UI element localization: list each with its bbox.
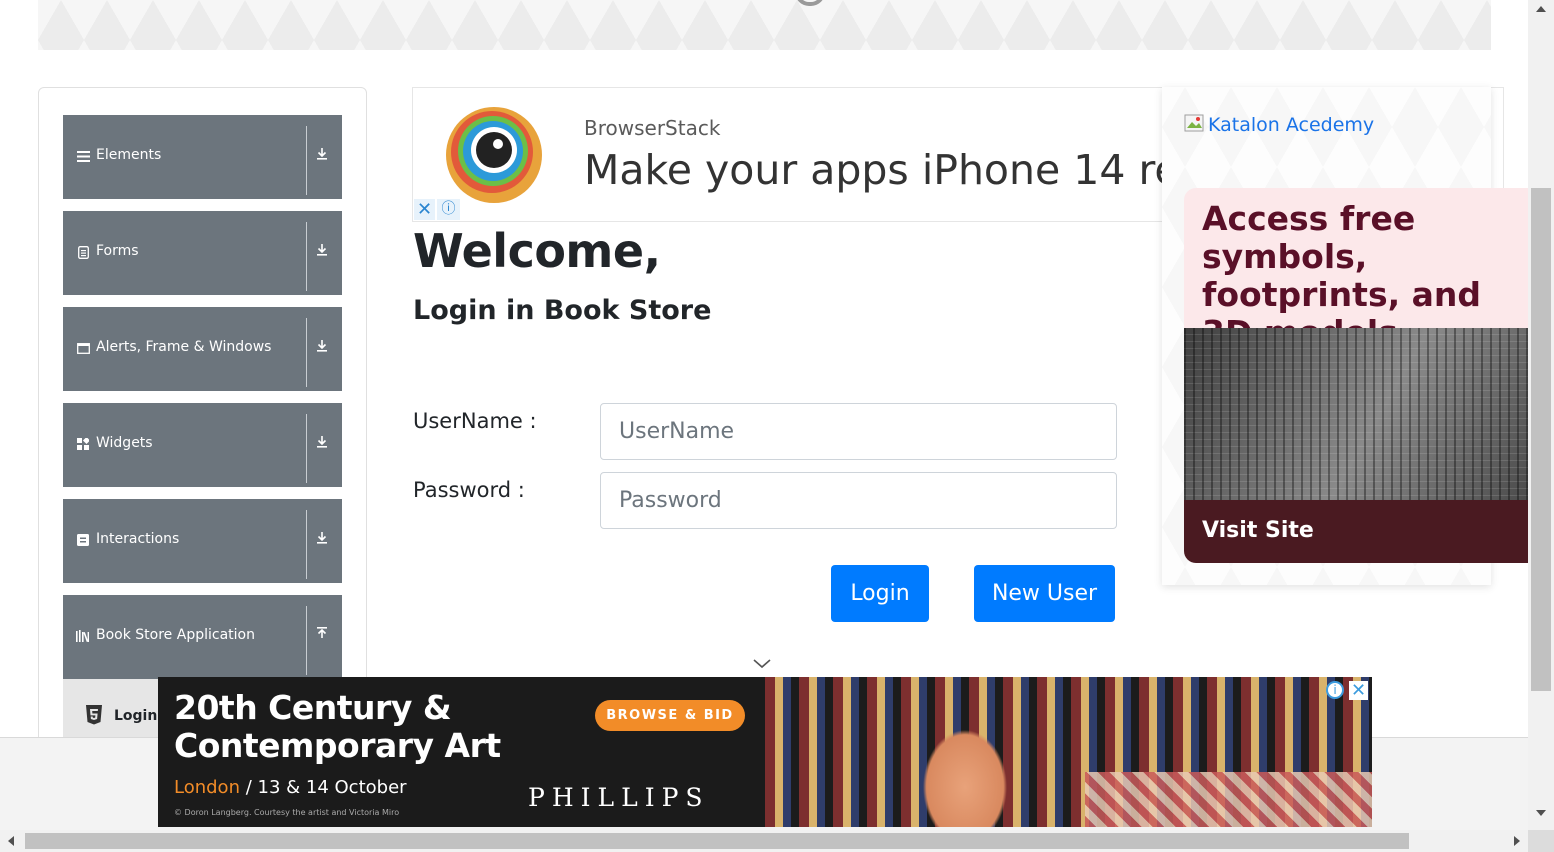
circuit-board-image xyxy=(1184,328,1529,503)
scroll-down-arrow-icon[interactable] xyxy=(1536,810,1546,816)
expand-arrow-icon[interactable] xyxy=(314,531,330,547)
expand-arrow-icon[interactable] xyxy=(314,339,330,355)
info-icon[interactable]: ⓘ xyxy=(437,199,460,220)
page-subtitle: Login in Book Store xyxy=(413,295,712,326)
new-user-button[interactable]: New User xyxy=(974,565,1115,622)
divider xyxy=(306,414,307,483)
divider xyxy=(306,510,307,579)
divider xyxy=(306,318,307,387)
painting-detail xyxy=(1085,772,1372,827)
username-label: UserName : xyxy=(413,409,537,433)
interactions-icon xyxy=(76,533,90,547)
header-banner xyxy=(38,0,1491,50)
ad-credit: © Doron Langberg. Courtesy the artist an… xyxy=(174,808,400,817)
chevron-down-icon[interactable] xyxy=(752,656,772,670)
promo-cta-bar: Visit Site xyxy=(1184,500,1529,563)
katalon-ad-image-link[interactable]: Katalon Acedemy xyxy=(1184,114,1374,136)
welcome-heading: Welcome, xyxy=(413,224,661,278)
form-icon xyxy=(76,245,90,259)
browserstack-logo-icon xyxy=(446,107,542,203)
vertical-scrollbar[interactable] xyxy=(1528,0,1554,830)
sidebar-group-label: Elements xyxy=(96,147,162,163)
sidebar-group-widgets[interactable]: Widgets xyxy=(63,403,342,487)
image-alt-text: Katalon Acedemy xyxy=(1208,114,1375,136)
vertical-scroll-thumb[interactable] xyxy=(1531,188,1551,691)
ad-text-panel: 20th Century & Contemporary Art London /… xyxy=(158,677,765,827)
divider xyxy=(306,126,307,195)
password-label: Password : xyxy=(413,478,525,502)
ad-city: London xyxy=(174,777,240,798)
ad-brand-name: BrowserStack xyxy=(584,116,721,140)
sidebar-group-alerts-frame-windows[interactable]: Alerts, Frame & Windows xyxy=(63,307,342,391)
broken-image-icon xyxy=(1184,114,1206,134)
sidebar-group-elements[interactable]: Elements xyxy=(63,115,342,199)
sidebar-group-forms[interactable]: Forms xyxy=(63,211,342,295)
window-icon xyxy=(76,341,90,355)
sidebar-group-label: Widgets xyxy=(96,435,153,451)
html5-icon xyxy=(85,705,103,725)
ad-dates: / 13 & 14 October xyxy=(239,777,407,798)
sidebar-group-label: Forms xyxy=(96,243,139,259)
widgets-icon xyxy=(76,437,90,451)
horizontal-scroll-thumb[interactable] xyxy=(25,833,1409,849)
sidebar-item-label: Login xyxy=(114,708,158,724)
scroll-left-arrow-icon[interactable] xyxy=(8,836,14,846)
header-title-fragment xyxy=(795,0,825,6)
phillips-ad[interactable]: 20th Century & Contemporary Art London /… xyxy=(158,677,1372,827)
info-icon[interactable]: i xyxy=(1326,681,1344,699)
divider xyxy=(306,606,307,675)
divider xyxy=(306,222,307,291)
ad-headline: Make your apps iPhone 14 re xyxy=(584,146,1180,194)
promo-ad[interactable]: Access free symbols, footprints, and 3D … xyxy=(1184,188,1529,563)
phillips-logo: PHILLIPS xyxy=(528,783,710,812)
login-button[interactable]: Login xyxy=(831,565,929,622)
sidebar-group-label: Alerts, Frame & Windows xyxy=(96,339,272,355)
sidebar-group-label: Interactions xyxy=(96,531,180,547)
page: Elements Forms Alerts, Frame & Windows W… xyxy=(0,0,1554,852)
expand-arrow-icon[interactable] xyxy=(314,435,330,451)
close-icon[interactable]: ✕ xyxy=(1349,681,1368,700)
horizontal-scrollbar[interactable] xyxy=(0,830,1528,852)
sidebar-group-label: Book Store Application xyxy=(96,627,255,643)
close-icon[interactable]: ✕ xyxy=(414,199,435,220)
expand-arrow-icon[interactable] xyxy=(314,147,330,163)
username-input[interactable] xyxy=(600,403,1117,460)
library-icon xyxy=(76,629,90,643)
expand-arrow-icon[interactable] xyxy=(314,243,330,259)
browse-bid-button[interactable]: BROWSE & BID xyxy=(595,700,745,731)
ad-location: London / 13 & 14 October xyxy=(174,777,407,798)
hamburger-icon xyxy=(76,149,90,163)
scrollbar-corner xyxy=(1528,830,1554,852)
visit-site-link[interactable]: Visit Site xyxy=(1202,518,1314,543)
ad-title: 20th Century & Contemporary Art xyxy=(174,688,501,765)
collapse-arrow-icon[interactable] xyxy=(314,627,330,643)
scroll-up-arrow-icon[interactable] xyxy=(1536,6,1546,12)
sidebar-group-interactions[interactable]: Interactions xyxy=(63,499,342,583)
password-input[interactable] xyxy=(600,472,1117,529)
scroll-right-arrow-icon[interactable] xyxy=(1514,836,1520,846)
painting-image xyxy=(765,677,1372,827)
sidebar-group-book-store-application[interactable]: Book Store Application xyxy=(63,595,342,679)
